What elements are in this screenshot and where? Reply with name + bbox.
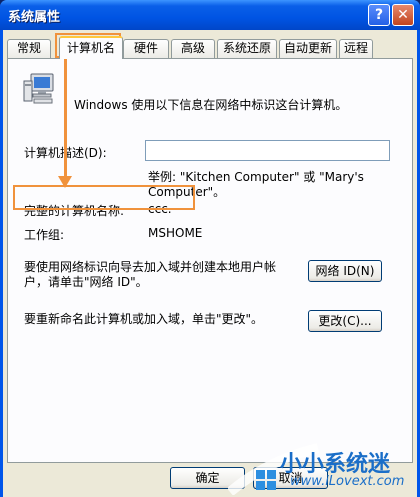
tab-remote[interactable]: 远程 xyxy=(339,39,373,58)
computer-description-input[interactable] xyxy=(145,140,390,161)
computer-name-panel: Windows 使用以下信息在网络中标识这台计算机。 计算机描述(D): 举例:… xyxy=(7,58,413,463)
tab-hardware[interactable]: 硬件 xyxy=(123,39,169,58)
network-id-button[interactable]: 网络 ID(N) xyxy=(308,260,382,282)
workgroup-label: 工作组: xyxy=(24,228,65,242)
intro-text: Windows 使用以下信息在网络中标识这台计算机。 xyxy=(74,98,348,112)
workgroup-highlight xyxy=(13,185,195,210)
help-button[interactable]: ? xyxy=(368,4,390,26)
network-id-text-line2: 户，请单击"网络 ID"。 xyxy=(24,275,148,289)
tab-automatic-updates[interactable]: 自动更新 xyxy=(279,39,337,58)
window-title: 系统属性 xyxy=(8,10,61,25)
system-properties-window: 系统属性 ? ✕ 常规 计算机名 硬件 高级 系统还原 自动更新 远程 Wind… xyxy=(0,0,420,497)
tab-general[interactable]: 常规 xyxy=(7,39,51,58)
tab-advanced[interactable]: 高级 xyxy=(171,39,215,58)
watermark-url: www.iLovext.com xyxy=(290,474,405,489)
rename-text: 要重新命名此计算机或加入域，单击"更改"。 xyxy=(24,312,264,326)
annotation-arrow xyxy=(64,42,67,180)
title-bar[interactable]: 系统属性 ? ✕ xyxy=(0,0,420,30)
change-button[interactable]: 更改(C)... xyxy=(308,310,382,332)
workgroup-value: MSHOME xyxy=(148,226,203,240)
close-button[interactable]: ✕ xyxy=(392,4,414,26)
computer-icon xyxy=(23,73,54,104)
tab-computer-name[interactable]: 计算机名 xyxy=(59,36,123,59)
tab-system-restore[interactable]: 系统还原 xyxy=(217,39,277,58)
